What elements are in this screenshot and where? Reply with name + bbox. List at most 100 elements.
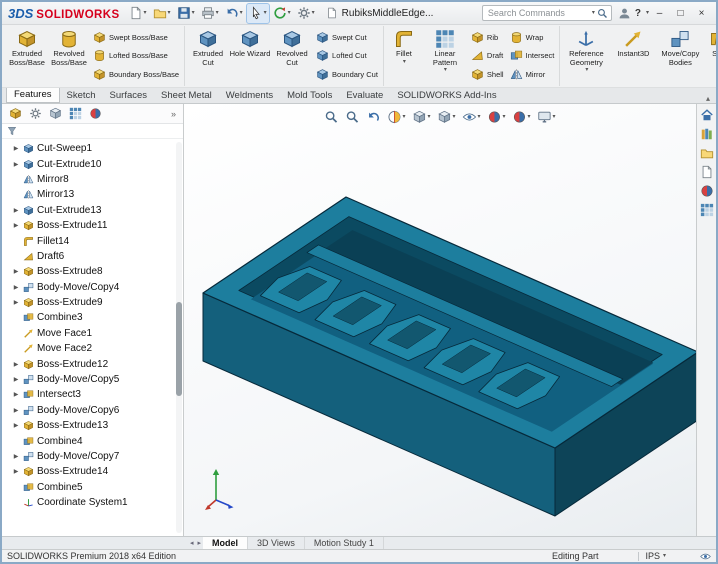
tab-sheet-metal[interactable]: Sheet Metal [154, 89, 219, 103]
custom-properties-icon[interactable] [700, 203, 714, 217]
tree-item[interactable]: ▶ Boss-Extrude14 [2, 464, 183, 479]
tree-item[interactable]: ▶ Intersect3 [2, 387, 183, 402]
reference-geometry-button[interactable]: Reference Geometry ▾ [562, 26, 610, 86]
caret-down-icon[interactable]: ▾ [477, 114, 480, 120]
minimize-button[interactable]: – [649, 5, 670, 22]
tab-features[interactable]: Features [6, 88, 60, 103]
tab-scroll-right-icon[interactable]: ▸ [196, 537, 204, 549]
tree-item[interactable]: Fillet14 [2, 233, 183, 248]
draft-button[interactable]: Draft [469, 47, 506, 64]
tree-item[interactable]: ▶ Cut-Extrude10 [2, 156, 183, 171]
tree-item[interactable]: ▶ Cut-Sweep1 [2, 141, 183, 156]
pane-options-chevron-icon[interactable]: » [171, 109, 176, 119]
caret-down-icon[interactable]: ▾ [427, 114, 430, 120]
tree-item[interactable]: Combine5 [2, 480, 183, 495]
mirror-button[interactable]: Mirror [508, 66, 557, 83]
commandmanager-collapse-icon[interactable]: ▴ [706, 94, 710, 103]
tree-item[interactable]: Mirror13 [2, 187, 183, 202]
caret-down-icon[interactable]: ▾ [192, 10, 195, 16]
tree-item[interactable]: Move Face1 [2, 326, 183, 341]
revolved-boss-base-button[interactable]: Revolved Boss/Base [48, 26, 90, 86]
search-caret-icon[interactable]: ▾ [592, 10, 595, 16]
tree-item[interactable]: ▶ Boss-Extrude8 [2, 264, 183, 279]
tab-3d-views[interactable]: 3D Views [248, 537, 305, 549]
view-settings-button[interactable]: ▾ [537, 109, 557, 125]
view-palette-icon[interactable] [700, 165, 714, 179]
tree-expand-arrow-icon[interactable]: ▶ [12, 145, 20, 152]
hide-show-items-button[interactable]: ▾ [461, 109, 481, 125]
caret-down-icon[interactable]: ▾ [553, 114, 556, 120]
tab-mold-tools[interactable]: Mold Tools [280, 89, 339, 103]
revolved-cut-button[interactable]: Revolved Cut [271, 26, 313, 86]
tab-sketch[interactable]: Sketch [60, 89, 103, 103]
caret-down-icon[interactable]: ▾ [503, 114, 506, 120]
zoom-fit-button[interactable] [323, 109, 339, 125]
appearances-icon[interactable] [700, 184, 714, 198]
extruded-cut-button[interactable]: Extruded Cut [187, 26, 229, 86]
search-input[interactable] [485, 7, 589, 19]
save-button[interactable]: ▾ [175, 4, 197, 23]
tree-scrollbar-thumb[interactable] [176, 302, 182, 397]
tree-item[interactable]: Coordinate System1 [2, 495, 183, 510]
displaymanager-icon[interactable] [89, 107, 102, 120]
propertymanager-icon[interactable] [29, 107, 42, 120]
graphics-area[interactable]: ▾ ▾ ▾ ▾ ▾ ▾ ▾ [184, 104, 696, 536]
file-explorer-icon[interactable] [700, 146, 714, 160]
caret-down-icon[interactable]: ▾ [144, 10, 147, 16]
tree-expand-arrow-icon[interactable]: ▶ [12, 222, 20, 229]
select-button[interactable]: ▾ [245, 2, 270, 24]
tree-expand-arrow-icon[interactable]: ▶ [12, 268, 20, 275]
units-caret-icon[interactable]: ▾ [663, 553, 666, 559]
tree-item[interactable]: Draft6 [2, 249, 183, 264]
maximize-button[interactable]: □ [670, 5, 691, 22]
display-style-button[interactable]: ▾ [436, 109, 456, 125]
tab-weldments[interactable]: Weldments [219, 89, 280, 103]
tab-model[interactable]: Model [203, 537, 249, 549]
tree-item[interactable]: Combine3 [2, 310, 183, 325]
new-document-button[interactable]: ▾ [127, 4, 149, 23]
close-button[interactable]: × [691, 5, 712, 22]
undo-button[interactable]: ▾ [223, 4, 245, 23]
featuremanager-tree-icon[interactable] [9, 107, 22, 120]
design-library-icon[interactable] [700, 127, 714, 141]
rebuild-button[interactable]: ▾ [271, 4, 293, 23]
tree-expand-arrow-icon[interactable]: ▶ [12, 391, 20, 398]
caret-down-icon[interactable]: ▾ [585, 67, 588, 73]
caret-down-icon[interactable]: ▾ [312, 10, 315, 16]
move-copy-bodies-button[interactable]: Move/Copy Bodies [656, 26, 704, 86]
wrap-button[interactable]: Wrap [508, 29, 557, 46]
tree-item[interactable]: ▶ Cut-Extrude13 [2, 203, 183, 218]
previous-view-button[interactable] [365, 109, 381, 125]
boundary-boss-base-button[interactable]: Boundary Boss/Base [91, 66, 181, 83]
edit-appearance-button[interactable]: ▾ [487, 109, 507, 125]
tree-expand-arrow-icon[interactable]: ▶ [12, 422, 20, 429]
tree-expand-arrow-icon[interactable]: ▶ [12, 207, 20, 214]
tree-item[interactable]: ▶ Boss-Extrude13 [2, 418, 183, 433]
help-button[interactable]: ? [631, 8, 645, 19]
caret-down-icon[interactable]: ▾ [216, 10, 219, 16]
caret-down-icon[interactable]: ▾ [168, 10, 171, 16]
user-icon[interactable] [618, 7, 631, 20]
tree-expand-arrow-icon[interactable]: ▶ [12, 361, 20, 368]
tree-item[interactable]: ▶ Body-Move/Copy7 [2, 449, 183, 464]
units-selector[interactable]: IPS ▾ [645, 551, 694, 561]
tab-evaluate[interactable]: Evaluate [339, 89, 390, 103]
dimxpertmanager-icon[interactable] [69, 107, 82, 120]
caret-down-icon[interactable]: ▾ [264, 10, 267, 16]
caret-down-icon[interactable]: ▾ [402, 114, 405, 120]
tree-expand-arrow-icon[interactable]: ▶ [12, 468, 20, 475]
tree-expand-arrow-icon[interactable]: ▶ [12, 161, 20, 168]
model-3d-body[interactable] [184, 104, 696, 536]
tree-expand-arrow-icon[interactable]: ▶ [12, 453, 20, 460]
caret-down-icon[interactable]: ▾ [444, 67, 447, 73]
tab-motion-study-1[interactable]: Motion Study 1 [305, 537, 384, 549]
solidworks-resources-icon[interactable] [700, 108, 714, 122]
tree-item[interactable]: ▶ Boss-Extrude12 [2, 356, 183, 371]
print-button[interactable]: ▾ [199, 4, 221, 23]
intersect-button[interactable]: Intersect [508, 47, 557, 64]
tab-solidworks-add-ins[interactable]: SOLIDWORKS Add-Ins [390, 89, 503, 103]
tree-expand-arrow-icon[interactable]: ▶ [12, 284, 20, 291]
search-commands-box[interactable]: ▾ [481, 5, 612, 21]
configurationmanager-icon[interactable] [49, 107, 62, 120]
apply-scene-button[interactable]: ▾ [512, 109, 532, 125]
